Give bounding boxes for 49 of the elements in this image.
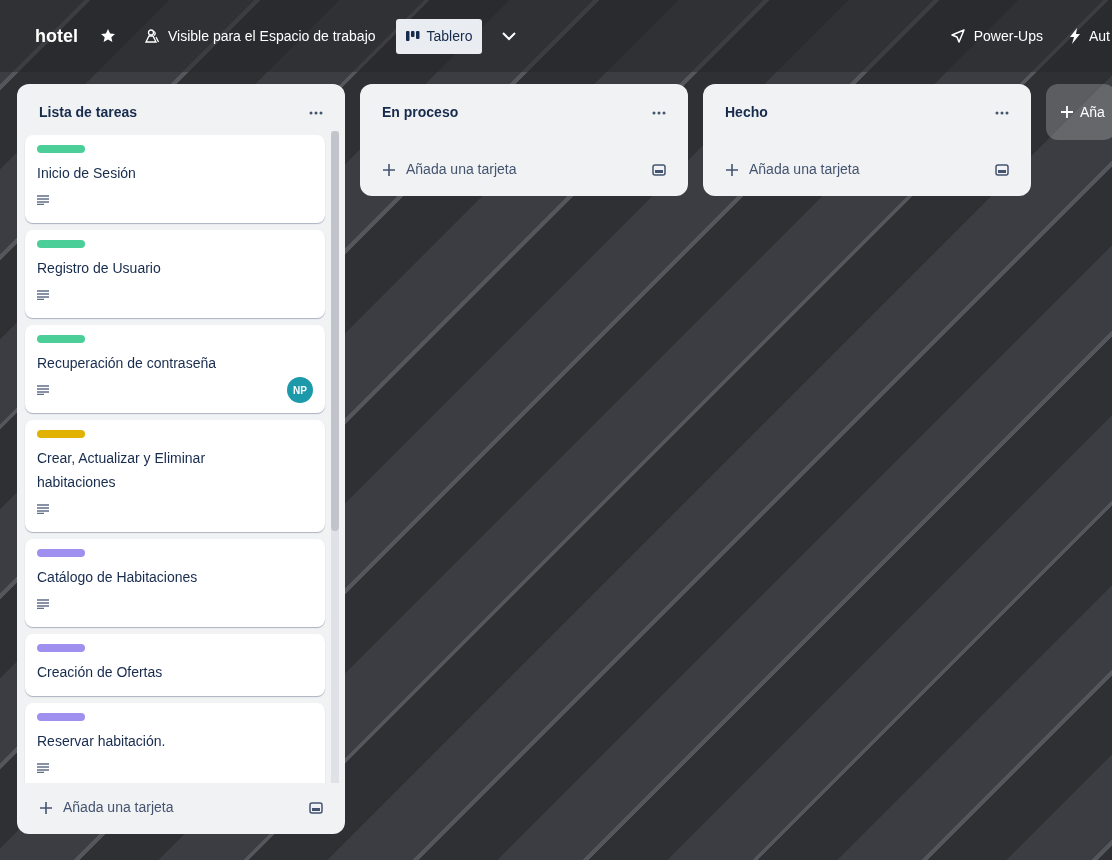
task-card[interactable]: Recuperación de contraseña NP: [25, 325, 325, 413]
template-icon: [995, 162, 1009, 177]
board-view-button[interactable]: Tablero: [395, 18, 483, 54]
plus-icon: [725, 162, 739, 177]
power-ups-button[interactable]: Power-Ups: [943, 21, 1049, 51]
template-icon: [309, 800, 323, 815]
add-card-button[interactable]: Añada una tarjeta: [39, 797, 174, 818]
more-button[interactable]: [309, 110, 323, 115]
automation-button[interactable]: Aut: [1063, 21, 1112, 51]
more-button[interactable]: [995, 110, 1009, 115]
task-card[interactable]: Crear, Actualizar y Eliminar habitaciones: [25, 420, 325, 532]
chevron-down-icon: [502, 31, 517, 41]
plus-icon: [39, 800, 53, 815]
card-title: Reservar habitación.: [37, 732, 167, 751]
people-icon: [144, 28, 160, 44]
template-button[interactable]: [309, 800, 323, 815]
card-title: Recuperación de contraseña: [37, 354, 217, 373]
scrollbar[interactable]: [331, 131, 339, 783]
ellipsis-icon: [309, 110, 323, 115]
add-card-button[interactable]: Añada una tarjeta: [725, 159, 860, 180]
board-icon: [405, 30, 420, 42]
card-title: Inicio de Sesión: [37, 164, 137, 183]
task-card[interactable]: Catálogo de Habitaciones: [25, 539, 325, 627]
template-button[interactable]: [652, 162, 666, 177]
task-card[interactable]: Creación de Ofertas: [25, 634, 325, 696]
card-title: Catálogo de Habitaciones: [37, 568, 199, 587]
list-title: Hecho: [725, 103, 768, 122]
card-title: Registro de Usuario: [37, 259, 162, 278]
plus-icon: [1060, 105, 1074, 119]
ellipsis-icon: [652, 110, 666, 115]
task-card[interactable]: Registro de Usuario: [25, 230, 325, 318]
card-title: Creación de Ofertas: [37, 663, 164, 682]
list-title: Lista de tareas: [39, 103, 138, 122]
scrollbar-thumb[interactable]: [331, 131, 339, 531]
task-card[interactable]: Inicio de Sesión: [25, 135, 325, 223]
star-icon[interactable]: [100, 28, 116, 44]
list-title: En proceso: [382, 103, 459, 122]
ellipsis-icon: [995, 110, 1009, 115]
visibility-button[interactable]: Visible para el Espacio de trabajo: [138, 21, 382, 51]
add-list-button[interactable]: Aña: [1046, 84, 1112, 140]
task-card[interactable]: Reservar habitación.: [25, 703, 325, 783]
lightning-icon: [1069, 28, 1081, 44]
card-title: Crear, Actualizar y Eliminar habitaciones: [37, 449, 207, 492]
more-button[interactable]: [652, 110, 666, 115]
board-title: hotel: [35, 24, 78, 48]
plus-icon: [382, 162, 396, 177]
template-button[interactable]: [995, 162, 1009, 177]
template-icon: [652, 162, 666, 177]
add-card-button[interactable]: Añada una tarjeta: [382, 159, 517, 180]
